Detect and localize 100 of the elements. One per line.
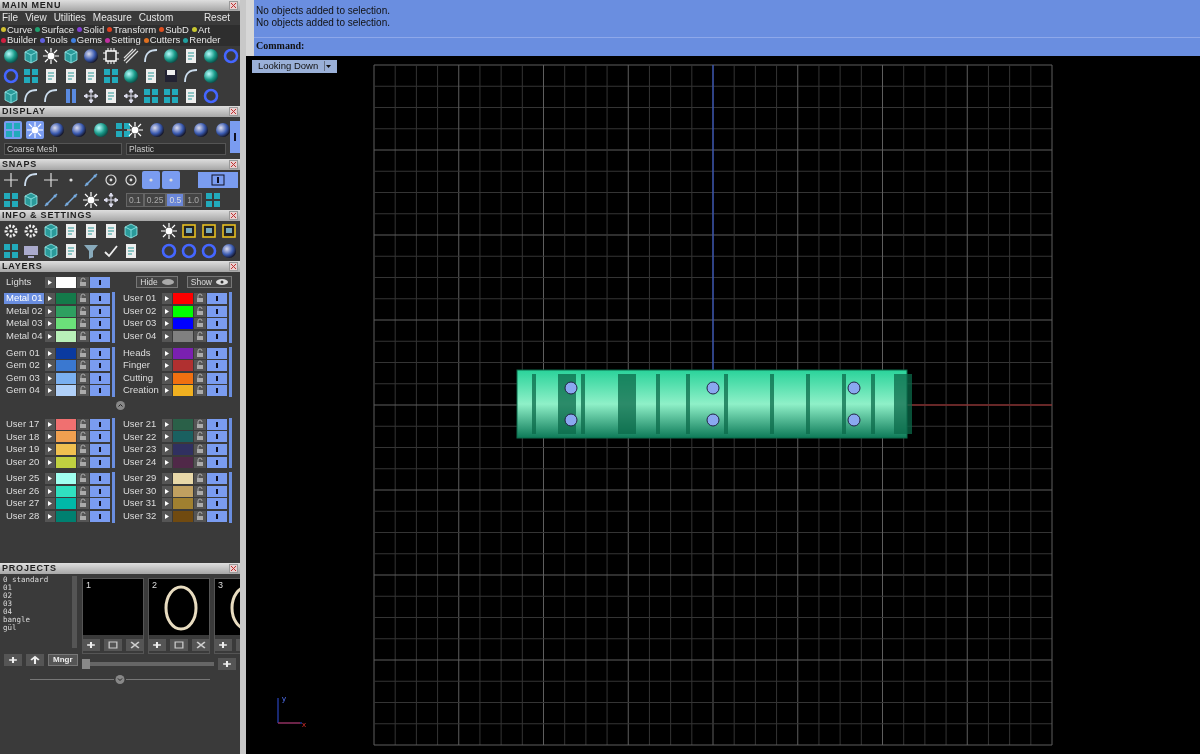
- visibility-toggle[interactable]: [90, 511, 110, 523]
- color-swatch[interactable]: [173, 456, 193, 468]
- padlock-icon[interactable]: [194, 511, 206, 523]
- sphere-icon[interactable]: [70, 121, 88, 140]
- close-icon[interactable]: [229, 564, 238, 573]
- play-arrow-icon[interactable]: [45, 485, 55, 497]
- visibility-toggle[interactable]: [207, 318, 227, 330]
- group-scrollbar[interactable]: [112, 418, 115, 469]
- sphere-icon[interactable]: [148, 121, 166, 140]
- sphere-icon[interactable]: [202, 47, 220, 66]
- visibility-toggle[interactable]: [207, 473, 227, 485]
- layer-name[interactable]: User 20: [4, 456, 44, 468]
- close-icon[interactable]: [229, 262, 238, 272]
- sphere-icon[interactable]: [202, 67, 220, 86]
- color-swatch[interactable]: [56, 511, 76, 523]
- visibility-toggle[interactable]: [90, 385, 110, 397]
- padlock-icon[interactable]: [194, 330, 206, 342]
- move-arrows-icon[interactable]: [82, 87, 100, 106]
- visibility-toggle[interactable]: [207, 456, 227, 468]
- grid-icon[interactable]: [114, 121, 132, 140]
- play-arrow-icon[interactable]: [45, 276, 55, 288]
- play-arrow-icon[interactable]: [162, 485, 172, 497]
- plus-icon[interactable]: [82, 639, 100, 651]
- layer-name[interactable]: User 01: [121, 293, 161, 305]
- layer-name[interactable]: User 32: [121, 511, 161, 522]
- layer-name[interactable]: Lights: [4, 276, 44, 288]
- color-swatch[interactable]: [173, 418, 193, 430]
- layer-name[interactable]: Metal 02: [4, 305, 44, 317]
- category-tab[interactable]: Render: [189, 35, 221, 47]
- visibility-toggle[interactable]: [90, 444, 110, 456]
- play-arrow-icon[interactable]: [162, 318, 172, 330]
- color-swatch[interactable]: [173, 305, 193, 317]
- padlock-icon[interactable]: [194, 385, 206, 397]
- crosshair-icon[interactable]: [2, 171, 20, 190]
- play-arrow-icon[interactable]: [45, 360, 55, 372]
- sphere-icon[interactable]: [82, 47, 100, 66]
- padlock-icon[interactable]: [77, 305, 89, 317]
- play-arrow-icon[interactable]: [45, 456, 55, 468]
- color-swatch[interactable]: [56, 305, 76, 317]
- padlock-icon[interactable]: [77, 330, 89, 342]
- close-icon[interactable]: [229, 107, 238, 117]
- plus-icon[interactable]: [214, 639, 232, 651]
- layer-name[interactable]: User 17: [4, 418, 44, 430]
- grid-icon[interactable]: [4, 121, 22, 140]
- visibility-toggle[interactable]: [207, 293, 227, 305]
- category-tab[interactable]: Surface: [41, 24, 75, 36]
- sphere-icon[interactable]: [122, 67, 140, 86]
- visibility-toggle[interactable]: [207, 444, 227, 456]
- play-arrow-icon[interactable]: [45, 511, 55, 523]
- padlock-icon[interactable]: [77, 444, 89, 456]
- sphere-icon[interactable]: [170, 121, 188, 140]
- window-icon[interactable]: [220, 222, 238, 241]
- color-swatch[interactable]: [173, 372, 193, 384]
- play-arrow-icon[interactable]: [45, 418, 55, 430]
- sun-icon[interactable]: [42, 47, 60, 66]
- menu-item[interactable]: Utilities: [53, 12, 86, 24]
- category-tab[interactable]: Builder: [7, 35, 37, 47]
- color-swatch[interactable]: [56, 444, 76, 456]
- play-arrow-icon[interactable]: [45, 318, 55, 330]
- visibility-toggle[interactable]: [90, 498, 110, 510]
- padlock-icon[interactable]: [194, 444, 206, 456]
- color-swatch[interactable]: [56, 318, 76, 330]
- play-arrow-icon[interactable]: [162, 511, 172, 523]
- layer-name[interactable]: User 24: [121, 456, 161, 468]
- play-arrow-icon[interactable]: [45, 293, 55, 305]
- play-arrow-icon[interactable]: [162, 372, 172, 384]
- padlock-icon[interactable]: [194, 485, 206, 497]
- sun-icon[interactable]: [26, 121, 44, 140]
- visibility-toggle[interactable]: [90, 293, 110, 305]
- grid-icon[interactable]: [162, 87, 180, 106]
- visibility-toggle[interactable]: [207, 330, 227, 342]
- plus-icon[interactable]: [4, 654, 22, 666]
- padlock-icon[interactable]: [77, 360, 89, 372]
- color-swatch[interactable]: [56, 385, 76, 397]
- color-swatch[interactable]: [56, 360, 76, 372]
- group-scrollbar[interactable]: [229, 292, 232, 343]
- visibility-toggle[interactable]: [207, 431, 227, 443]
- close-icon[interactable]: [229, 1, 238, 10]
- hatch-lines-icon[interactable]: [122, 47, 140, 66]
- layer-name[interactable]: User 27: [4, 498, 44, 510]
- play-arrow-icon[interactable]: [45, 305, 55, 317]
- visibility-toggle[interactable]: [90, 485, 110, 497]
- layer-name[interactable]: User 23: [121, 444, 161, 456]
- category-tab[interactable]: Gems: [76, 35, 103, 47]
- layer-name[interactable]: Creation: [121, 385, 161, 397]
- menu-item[interactable]: File: [2, 12, 19, 24]
- padlock-icon[interactable]: [77, 293, 89, 305]
- padlock-icon[interactable]: [194, 431, 206, 443]
- cube-icon[interactable]: [22, 47, 40, 66]
- snap-toggle[interactable]: [198, 172, 238, 189]
- grid-icon[interactable]: [2, 242, 20, 261]
- play-arrow-icon[interactable]: [162, 473, 172, 485]
- padlock-icon[interactable]: [77, 511, 89, 523]
- sun-icon[interactable]: [160, 222, 178, 241]
- sun-icon[interactable]: [126, 121, 144, 140]
- color-swatch[interactable]: [56, 431, 76, 443]
- reset-button[interactable]: Reset: [203, 12, 230, 24]
- visibility-toggle[interactable]: [207, 305, 227, 317]
- category-tab[interactable]: Setting: [111, 35, 141, 47]
- group-scrollbar[interactable]: [229, 472, 232, 523]
